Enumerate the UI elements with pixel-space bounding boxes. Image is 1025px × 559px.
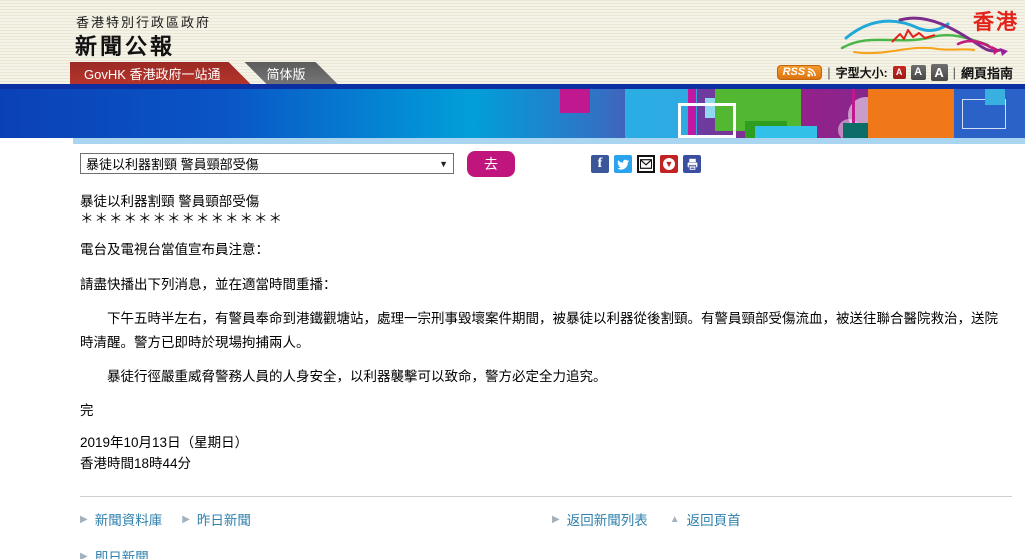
- link-label: 新聞資料庫: [95, 509, 163, 529]
- footer-divider: [80, 496, 1012, 497]
- header-tabs: GovHK 香港政府一站通 简体版: [70, 62, 338, 84]
- brand-hk-text: 香港: [973, 6, 1019, 36]
- chevron-down-icon: ▼: [439, 159, 448, 169]
- footer-links: ▶ 新聞資料庫 ▶ 昨日新聞 ▶ 返回新聞列表 ▲ 返回頁首: [80, 509, 1012, 559]
- link-back-to-top[interactable]: ▲ 返回頁首: [670, 509, 741, 529]
- separator: |: [827, 65, 830, 80]
- article-title-underline: ＊＊＊＊＊＊＊＊＊＊＊＊＊＊: [80, 210, 1010, 227]
- page-title: 新聞公報: [75, 29, 175, 61]
- footer-left-group: ▶ 新聞資料庫 ▶ 昨日新聞: [80, 509, 1012, 529]
- separator: |: [953, 65, 956, 80]
- release-time: 香港時間18時44分: [80, 453, 1010, 474]
- font-size-large-button[interactable]: A: [931, 64, 948, 81]
- header: 香港特別行政區政府 新聞公報 香港 RSS | 字型大小: A A A |: [0, 0, 1025, 84]
- footer-row2: ▶ 即日新聞: [80, 546, 1012, 559]
- save-arrow: ▼: [663, 158, 675, 170]
- arrow-right-icon: ▶: [80, 551, 88, 559]
- font-size-small-button[interactable]: A: [893, 66, 906, 79]
- utility-bar: RSS | 字型大小: A A A | 網頁指南: [777, 63, 1013, 81]
- link-yesterday-news[interactable]: ▶ 昨日新聞: [182, 509, 251, 529]
- link-label: 即日新聞: [95, 546, 149, 559]
- share-icons: f ▼: [591, 155, 701, 173]
- release-date: 2019年10月13日（星期日）: [80, 432, 1010, 453]
- link-label: 昨日新聞: [197, 509, 251, 529]
- rss-button[interactable]: RSS: [777, 65, 823, 80]
- article-title: 暴徒以利器割頸 警員頸部受傷: [80, 193, 1010, 210]
- rss-wave-icon: [807, 68, 816, 77]
- press-release-page: 香港特別行政區政府 新聞公報 香港 RSS | 字型大小: A A A |: [0, 0, 1025, 559]
- article-body: 暴徒以利器割頸 警員頸部受傷 ＊＊＊＊＊＊＊＊＊＊＊＊＊＊ 電台及電視台當值宣布…: [80, 193, 1010, 474]
- font-size-medium-button[interactable]: A: [911, 65, 926, 80]
- arrow-right-icon: ▶: [552, 514, 560, 525]
- arrow-right-icon: ▶: [182, 514, 190, 525]
- notice-line: 電台及電視台當值宣布員注意：: [80, 238, 1010, 262]
- link-back-to-news-list[interactable]: ▶ 返回新聞列表: [552, 509, 648, 529]
- save-icon[interactable]: ▼: [660, 155, 678, 173]
- link-label: 返回新聞列表: [567, 509, 648, 529]
- rss-label: RSS: [783, 66, 806, 78]
- link-label: 返回頁首: [687, 509, 741, 529]
- article-end-mark: 完: [80, 399, 1010, 423]
- footer-right-group: ▶ 返回新聞列表 ▲ 返回頁首: [552, 509, 741, 529]
- notice-line: 請盡快播出下列消息，並在適當時間重播：: [80, 273, 1010, 297]
- facebook-icon[interactable]: f: [591, 155, 609, 173]
- twitter-icon[interactable]: [614, 155, 632, 173]
- article-paragraph: 下午五時半左右，有警員奉命到港鐵觀塘站，處理一宗刑事毀壞案件期間，被暴徒以利器從…: [80, 307, 1010, 355]
- content-area: 暴徒以利器割頸 警員頸部受傷 ▼ 去 f ▼ 暴徒: [0, 144, 1025, 559]
- dropdown-selected-value: 暴徒以利器割頸 警員頸部受傷: [86, 154, 259, 173]
- arrow-right-icon: ▶: [80, 514, 88, 525]
- arrow-up-icon: ▲: [670, 514, 680, 525]
- email-icon[interactable]: [637, 155, 655, 173]
- print-icon[interactable]: [683, 155, 701, 173]
- article-paragraph: 暴徒行徑嚴重威脅警務人員的人身安全，以利器襲擊可以致命，警方必定全力追究。: [80, 365, 1010, 389]
- press-release-dropdown[interactable]: 暴徒以利器割頸 警員頸部受傷 ▼: [80, 153, 454, 174]
- link-news-archive[interactable]: ▶ 新聞資料庫: [80, 509, 162, 529]
- site-guide-link[interactable]: 網頁指南: [961, 63, 1013, 82]
- font-size-label: 字型大小:: [836, 64, 888, 81]
- tab-simplified-chinese[interactable]: 简体版: [237, 62, 338, 84]
- link-today-news[interactable]: ▶ 即日新聞: [80, 546, 149, 559]
- go-button[interactable]: 去: [467, 151, 515, 177]
- tab-govhk[interactable]: GovHK 香港政府一站通: [70, 62, 251, 84]
- toolbar: 暴徒以利器割頸 警員頸部受傷 ▼ 去 f ▼: [80, 153, 1010, 177]
- decorative-banner: [0, 89, 1025, 138]
